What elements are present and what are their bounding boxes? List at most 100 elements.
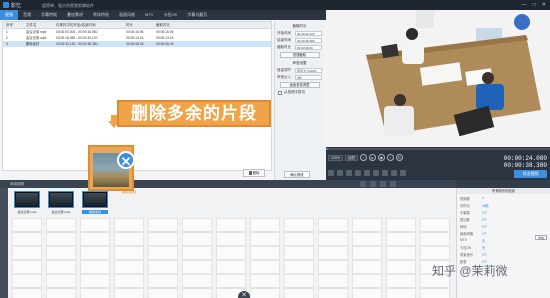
- stop-icon[interactable]: ■: [377, 154, 385, 161]
- timeline-slot[interactable]: [352, 288, 382, 298]
- timeline-slot[interactable]: [420, 218, 450, 232]
- timeline-slot[interactable]: [182, 260, 212, 274]
- timeline-slot[interactable]: [148, 232, 178, 246]
- close-panel-icon[interactable]: ✕: [238, 291, 250, 298]
- timeline-slot[interactable]: [80, 232, 110, 246]
- timeline-slot[interactable]: [46, 246, 76, 260]
- timeline-slot[interactable]: [250, 232, 280, 246]
- timeline-slot[interactable]: [114, 246, 144, 260]
- timeline-slot[interactable]: [80, 246, 110, 260]
- timeline-slot[interactable]: [318, 218, 348, 232]
- timeline-slot[interactable]: [386, 218, 416, 232]
- timeline-slot[interactable]: [148, 288, 178, 298]
- timeline-slot[interactable]: [284, 260, 314, 274]
- timeline-slot[interactable]: [284, 288, 314, 298]
- start-time-field[interactable]: 00:00:30.120: [295, 31, 322, 36]
- remove-clip-close-icon[interactable]: ✕: [117, 151, 135, 169]
- timeline-slot[interactable]: [182, 246, 212, 260]
- timeline-slot[interactable]: [80, 218, 110, 232]
- snapshot-icon[interactable]: [400, 170, 406, 176]
- zoom-select[interactable]: 100%: [328, 154, 343, 161]
- timeline-slot[interactable]: [420, 246, 450, 260]
- video-preview[interactable]: [326, 10, 550, 147]
- tab-subtitle[interactable]: 字幕特效: [36, 10, 62, 20]
- timeline-slot[interactable]: [420, 288, 450, 298]
- timeline-slot[interactable]: [12, 218, 42, 232]
- timeline-slot[interactable]: [114, 260, 144, 274]
- timeline-slot[interactable]: [250, 218, 280, 232]
- crop-icon[interactable]: [364, 170, 370, 176]
- timeline-slot[interactable]: [182, 232, 212, 246]
- timeline-slot[interactable]: [216, 246, 246, 260]
- timeline-slot[interactable]: [318, 288, 348, 298]
- timeline-slot[interactable]: [114, 232, 144, 246]
- audio-adjust-button[interactable]: 画面音量调整: [279, 82, 320, 88]
- confirm-edit-button[interactable]: 确认修改: [284, 171, 310, 178]
- timeline-slot[interactable]: [182, 218, 212, 232]
- timeline-slot[interactable]: [352, 260, 382, 274]
- timeline-slot[interactable]: [114, 218, 144, 232]
- timeline-slot[interactable]: [182, 274, 212, 288]
- prev-frame-icon[interactable]: ‹: [359, 154, 367, 161]
- timeline-slot[interactable]: [420, 232, 450, 246]
- timeline-slot[interactable]: [318, 246, 348, 260]
- quick-trim-button[interactable]: 快捷截取: [279, 52, 320, 58]
- timeline-slot[interactable]: [46, 260, 76, 274]
- maximize-button[interactable]: □: [533, 2, 536, 8]
- tab-mtv[interactable]: MTV: [140, 10, 158, 20]
- timeline-slot[interactable]: [318, 232, 348, 246]
- timeline-slot[interactable]: [46, 274, 76, 288]
- cut-from-video-checkbox[interactable]: 从视频中剪切: [278, 90, 321, 95]
- cut-icon[interactable]: [328, 170, 334, 176]
- delete-button[interactable]: 删除: [243, 169, 265, 177]
- timeline-slot[interactable]: [284, 246, 314, 260]
- timeline-slot[interactable]: [386, 288, 416, 298]
- timeline-slot[interactable]: [216, 218, 246, 232]
- timeline-slot[interactable]: [352, 274, 382, 288]
- timeline-slot[interactable]: [80, 274, 110, 288]
- tab-video[interactable]: 视频: [0, 10, 18, 20]
- timeline-slot[interactable]: [80, 288, 110, 298]
- timeline-slot[interactable]: [12, 288, 42, 298]
- close-window-button[interactable]: ✕: [542, 2, 546, 8]
- timeline-slot[interactable]: [318, 274, 348, 288]
- timeline-slot[interactable]: [114, 288, 144, 298]
- tab-karaoke[interactable]: 卡拉OK: [158, 10, 182, 20]
- seek-bar[interactable]: [326, 148, 550, 150]
- play-icon[interactable]: ▸: [368, 154, 376, 161]
- tab-style[interactable]: 画面风格: [114, 10, 140, 20]
- volume-icon[interactable]: [391, 170, 397, 176]
- col-range[interactable]: 在素材中的开始/结束时间: [53, 22, 123, 28]
- timeline-slot[interactable]: [148, 246, 178, 260]
- timeline-clip[interactable]: [14, 191, 40, 208]
- timeline-slot[interactable]: [250, 246, 280, 260]
- table-row-selected[interactable]: 3 删除素材 00:00:30.120 - 00:00:38.380 00:00…: [3, 41, 271, 47]
- timeline-slot[interactable]: [216, 232, 246, 246]
- timeline-slot[interactable]: [386, 246, 416, 260]
- add-video-button[interactable]: 添加视频: [10, 180, 24, 188]
- timeline-slot[interactable]: [114, 274, 144, 288]
- timeline-slot[interactable]: [250, 260, 280, 274]
- checkbox-icon[interactable]: [278, 90, 282, 95]
- col-duration[interactable]: 时长: [123, 22, 153, 28]
- timeline-slot[interactable]: [46, 218, 76, 232]
- timeline-slot[interactable]: [284, 274, 314, 288]
- timeline-slot[interactable]: [182, 288, 212, 298]
- loop-icon[interactable]: ↻: [395, 154, 403, 161]
- volume-select[interactable]: 原声大小100%: [295, 68, 322, 73]
- timeline-slot[interactable]: [12, 246, 42, 260]
- timeline-slot[interactable]: [284, 218, 314, 232]
- timeline-slot[interactable]: [386, 260, 416, 274]
- minimize-button[interactable]: —: [522, 2, 527, 8]
- tab-audio[interactable]: 音频: [18, 10, 36, 20]
- tab-credits[interactable]: 字幕与翻页: [182, 10, 212, 20]
- col-cut[interactable]: 截取时长: [153, 22, 193, 28]
- timeline-slot[interactable]: [352, 218, 382, 232]
- col-name[interactable]: 文件名: [23, 22, 53, 28]
- col-index[interactable]: 序号: [3, 22, 23, 28]
- timeline-slot[interactable]: [386, 274, 416, 288]
- timeline-slot[interactable]: [12, 260, 42, 274]
- duration-field[interactable]: 00:00:08.26: [295, 45, 322, 50]
- timeline-slot[interactable]: [250, 288, 280, 298]
- timeline-slot[interactable]: [216, 260, 246, 274]
